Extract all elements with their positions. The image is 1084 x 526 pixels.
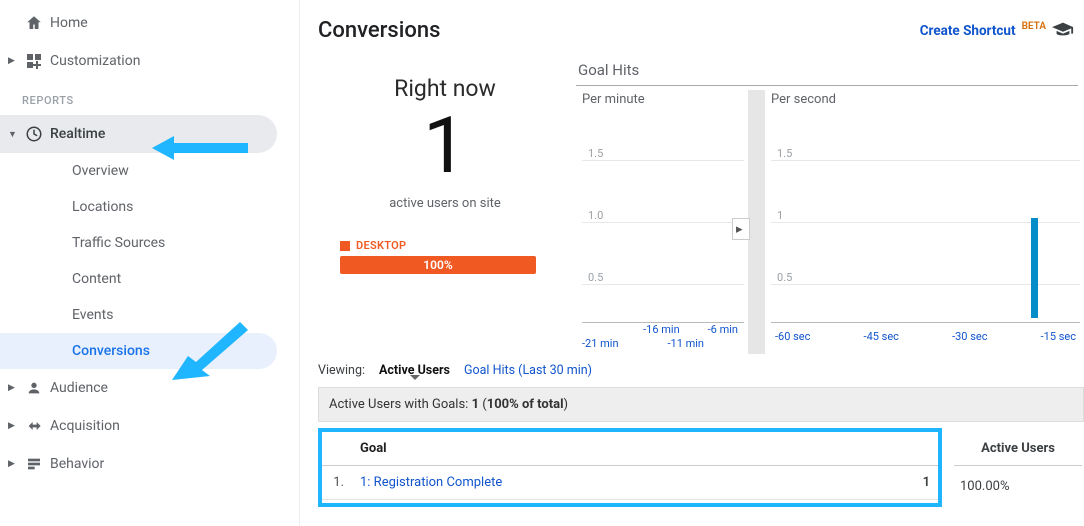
caret-icon: ▶ xyxy=(8,56,18,66)
viewing-label: Viewing: xyxy=(318,363,365,378)
sidebar-sub-label: Traffic Sources xyxy=(72,235,165,251)
behavior-icon xyxy=(24,456,44,472)
xtick: -30 sec xyxy=(952,330,987,343)
xtick: -15 sec xyxy=(1041,330,1076,343)
summary-pct: 100% of total xyxy=(487,397,564,412)
device-legend: DESKTOP xyxy=(340,239,572,252)
sidebar-item-audience[interactable]: ▶ Audience xyxy=(0,369,299,407)
ytick: 1.0 xyxy=(588,209,603,222)
section-title: Goal Hits xyxy=(576,59,1078,86)
sidebar-item-traffic-sources[interactable]: Traffic Sources xyxy=(0,225,299,261)
summary-prefix: Active Users with Goals: xyxy=(329,397,468,412)
chart-expand-toggle[interactable]: ▸ xyxy=(732,218,750,240)
sidebar-label: Customization xyxy=(50,53,140,69)
sidebar-item-home[interactable]: Home xyxy=(0,4,299,42)
chart-label-per-minute: Per minute xyxy=(582,92,645,107)
xtick: -6 min xyxy=(708,323,738,336)
right-now-panel: Right now 1 active users on site DESKTOP… xyxy=(318,59,572,355)
table-row[interactable]: 1. 1: Registration Complete 1 xyxy=(322,466,938,500)
home-icon xyxy=(24,14,44,32)
sidebar-item-conversions[interactable]: Conversions xyxy=(0,333,277,369)
row-index: 1. xyxy=(322,466,352,500)
sidebar-label: Home xyxy=(50,15,88,31)
row-count: 1 xyxy=(898,466,938,500)
clock-icon xyxy=(24,125,44,143)
device-label: DESKTOP xyxy=(356,239,406,252)
goal-link[interactable]: 1: Registration Complete xyxy=(360,475,502,490)
ytick: 1 xyxy=(777,209,783,222)
sidebar-sub-label: Overview xyxy=(72,163,129,179)
customization-icon xyxy=(24,53,44,69)
xtick: -45 sec xyxy=(864,330,899,343)
sidebar-label: Acquisition xyxy=(50,418,120,434)
ytick: 1.5 xyxy=(777,147,792,160)
ytick: 0.5 xyxy=(588,271,603,284)
goal-hits-panel: Goal Hits Per minute 1.5 1.0 0.5 -16 min… xyxy=(576,59,1084,355)
xtick: -16 min xyxy=(643,323,680,336)
sidebar-label: Realtime xyxy=(50,126,105,142)
summary-bar: Active Users with Goals: 1 (100% of tota… xyxy=(318,387,1084,422)
active-users-side-table: Active Users 100.00% xyxy=(952,428,1084,507)
sidebar-sub-label: Conversions xyxy=(72,343,150,359)
sidebar-item-customization[interactable]: ▶ Customization xyxy=(0,42,299,80)
goals-table: Goal 1. 1: Registration Complete 1 xyxy=(322,432,938,500)
sidebar-sub-label: Locations xyxy=(72,199,133,215)
tab-active-users[interactable]: Active Users xyxy=(379,363,450,378)
xtick: -11 min xyxy=(667,337,704,350)
sidebar-item-locations[interactable]: Locations xyxy=(0,189,299,225)
viewing-tabs: Viewing: Active Users Goal Hits (Last 30… xyxy=(318,363,1084,378)
reports-section-header: REPORTS xyxy=(0,80,299,115)
device-percent-bar: 100% xyxy=(340,256,536,274)
person-icon xyxy=(24,380,44,396)
graduation-cap-icon[interactable] xyxy=(1052,21,1074,40)
xtick: -60 sec xyxy=(775,330,810,343)
sidebar-item-overview[interactable]: Overview xyxy=(0,153,299,189)
sidebar: Home ▶ Customization REPORTS ▼ Realtime … xyxy=(0,0,300,526)
per-minute-chart: Per minute 1.5 1.0 0.5 -16 min -6 min -2… xyxy=(576,90,748,354)
xtick: -21 min xyxy=(582,337,619,350)
sidebar-item-events[interactable]: Events xyxy=(0,297,299,333)
sidebar-item-acquisition[interactable]: ▶ Acquisition xyxy=(0,407,299,445)
beta-badge: BETA xyxy=(1022,21,1046,32)
sidebar-item-realtime[interactable]: ▼ Realtime xyxy=(0,115,277,153)
ytick: 1.5 xyxy=(588,147,603,160)
legend-swatch xyxy=(340,241,350,251)
active-users-pct: 100.00% xyxy=(954,468,1082,505)
caret-down-icon: ▼ xyxy=(8,129,18,140)
per-second-chart: Per second 1.5 1 0.5 -60 sec -45 sec -30… xyxy=(765,90,1084,354)
acquisition-icon xyxy=(24,418,44,434)
chart-divider xyxy=(748,90,765,354)
main-content: Conversions Create Shortcut BETA Right n… xyxy=(300,0,1084,526)
chart-bar xyxy=(1031,218,1038,318)
sidebar-item-behavior[interactable]: ▶ Behavior xyxy=(0,445,299,483)
create-shortcut-link[interactable]: Create Shortcut xyxy=(920,23,1016,39)
tab-goal-hits-30min[interactable]: Goal Hits (Last 30 min) xyxy=(464,363,592,378)
sidebar-sub-label: Events xyxy=(72,307,113,323)
sidebar-sub-label: Content xyxy=(72,271,121,287)
sidebar-label: Behavior xyxy=(50,456,104,472)
chart-label-per-second: Per second xyxy=(771,92,836,107)
caret-icon: ▶ xyxy=(8,459,18,469)
caret-icon: ▶ xyxy=(8,383,18,393)
col-goal[interactable]: Goal xyxy=(352,432,898,466)
active-users-count: 1 xyxy=(318,108,572,186)
page-title: Conversions xyxy=(318,18,440,43)
goals-table-highlight: Goal 1. 1: Registration Complete 1 xyxy=(318,428,942,507)
right-now-heading: Right now xyxy=(318,75,572,102)
sidebar-label: Audience xyxy=(50,380,108,396)
caret-icon: ▶ xyxy=(8,421,18,431)
ytick: 0.5 xyxy=(777,271,792,284)
active-users-caption: active users on site xyxy=(318,196,572,211)
col-active-users[interactable]: Active Users xyxy=(954,430,1082,466)
sidebar-item-content[interactable]: Content xyxy=(0,261,299,297)
summary-count: 1 xyxy=(472,397,479,412)
